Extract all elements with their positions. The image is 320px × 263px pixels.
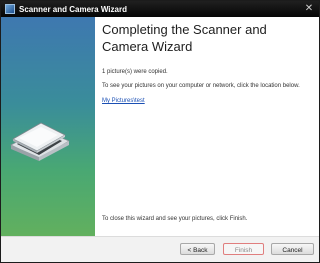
app-icon [5, 4, 15, 14]
title-bar[interactable]: Scanner and Camera Wizard ✕ [1, 1, 319, 17]
button-bar: < Back Finish Cancel [1, 236, 319, 262]
page-title: Completing the Scanner and Camera Wizard [102, 22, 267, 54]
wizard-content: Completing the Scanner and Camera Wizard… [102, 17, 314, 236]
back-button[interactable]: < Back [180, 243, 215, 255]
pictures-location-link[interactable]: My Pictures\test [102, 98, 145, 105]
wizard-side-panel [1, 17, 95, 236]
cancel-button[interactable]: Cancel [271, 243, 314, 255]
finish-button[interactable]: Finish [223, 243, 264, 255]
wizard-window: Scanner and Camera Wizard ✕ Completing t… [0, 0, 320, 263]
scanner-icon [10, 122, 70, 161]
close-window-button[interactable]: ✕ [303, 3, 315, 15]
window-title: Scanner and Camera Wizard [19, 4, 127, 14]
close-instruction-text: To close this wizard and see your pictur… [102, 216, 248, 222]
copied-status-text: 1 picture(s) were copied. [102, 69, 168, 75]
location-instruction-text: To see your pictures on your computer or… [102, 83, 300, 89]
